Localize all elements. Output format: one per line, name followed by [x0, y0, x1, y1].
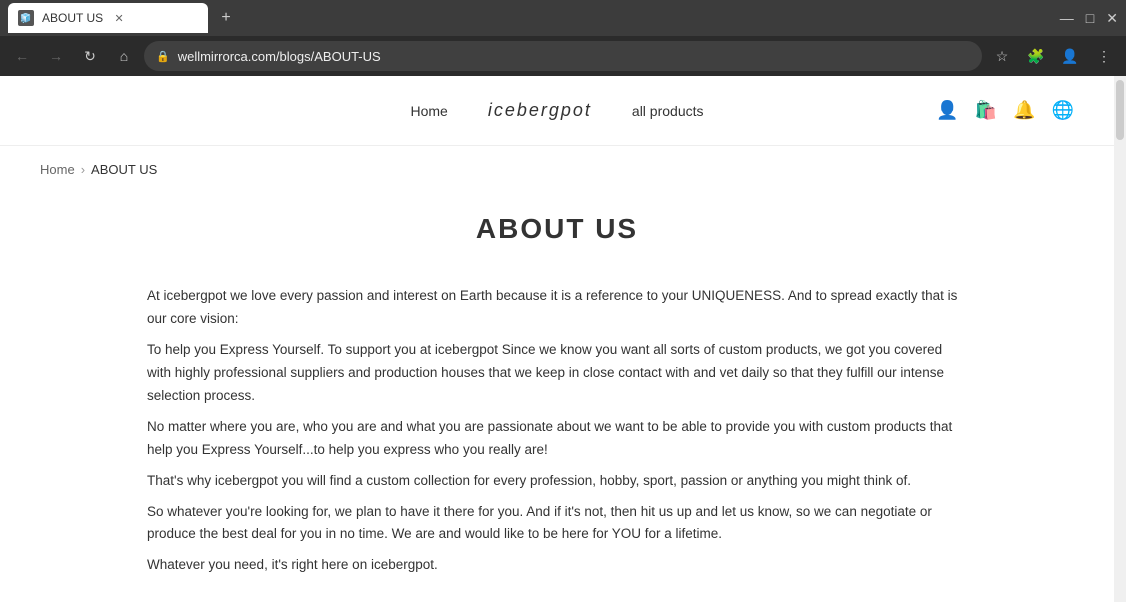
forward-button[interactable]: → [42, 42, 70, 70]
browser-chrome: 🧊 ABOUT US ✕ + — □ ✕ ← → ↻ ⌂ 🔒 wellmirro… [0, 0, 1126, 76]
breadcrumb-home[interactable]: Home [40, 162, 75, 177]
browser-content: Home icebergpot all products 👤 🛍️ 🔔 🌐 Ho… [0, 76, 1114, 602]
browser-toolbar: ← → ↻ ⌂ 🔒 wellmirrorca.com/blogs/ABOUT-U… [0, 36, 1126, 76]
browser-content-wrapper: Home icebergpot all products 👤 🛍️ 🔔 🌐 Ho… [0, 76, 1126, 602]
url-text: wellmirrorca.com/blogs/ABOUT-US [178, 49, 970, 64]
site-logo: icebergpot [488, 100, 592, 121]
nav-products[interactable]: all products [632, 103, 704, 119]
para-2: To help you Express Yourself. To support… [147, 339, 967, 408]
tab-title: ABOUT US [42, 11, 103, 25]
active-tab[interactable]: 🧊 ABOUT US ✕ [8, 3, 208, 33]
site-header: Home icebergpot all products 👤 🛍️ 🔔 🌐 [0, 76, 1114, 146]
account-button[interactable]: 👤 [1056, 42, 1084, 70]
toolbar-actions: ☆ 🧩 👤 ⋮ [988, 42, 1118, 70]
page-title: ABOUT US [147, 213, 967, 245]
page-body: At icebergpot we love every passion and … [147, 285, 967, 577]
breadcrumb-separator: › [81, 162, 85, 177]
para-6: Whatever you need, it's right here on ic… [147, 554, 967, 577]
window-controls: — □ ✕ [1060, 10, 1118, 27]
para-4: That's why icebergpot you will find a cu… [147, 470, 967, 493]
tab-bar: 🧊 ABOUT US ✕ + — □ ✕ [0, 0, 1126, 36]
breadcrumb-current: ABOUT US [91, 162, 157, 177]
breadcrumb: Home › ABOUT US [0, 146, 1114, 193]
menu-button[interactable]: ⋮ [1090, 42, 1118, 70]
scrollbar[interactable] [1114, 76, 1126, 602]
address-bar[interactable]: 🔒 wellmirrorca.com/blogs/ABOUT-US [144, 41, 982, 71]
site-header-icons: 👤 🛍️ 🔔 🌐 [936, 100, 1074, 121]
new-tab-button[interactable]: + [212, 4, 240, 32]
minimize-button[interactable]: — [1060, 10, 1074, 26]
nav-home[interactable]: Home [410, 103, 447, 119]
tab-favicon: 🧊 [18, 10, 34, 26]
tab-close-button[interactable]: ✕ [111, 10, 127, 26]
para-1: At icebergpot we love every passion and … [147, 285, 967, 331]
refresh-button[interactable]: ↻ [76, 42, 104, 70]
extensions-button[interactable]: 🧩 [1022, 42, 1050, 70]
wishlist-icon[interactable]: 🔔 [1013, 100, 1035, 121]
cart-icon[interactable]: 🛍️ [975, 100, 997, 121]
bookmark-button[interactable]: ☆ [988, 42, 1016, 70]
para-3: No matter where you are, who you are and… [147, 416, 967, 462]
close-button[interactable]: ✕ [1106, 10, 1118, 27]
restore-button[interactable]: □ [1086, 10, 1094, 26]
back-button[interactable]: ← [8, 42, 36, 70]
site-nav: Home icebergpot all products [410, 100, 703, 121]
page-content: ABOUT US At icebergpot we love every pas… [107, 193, 1007, 602]
lock-icon: 🔒 [156, 50, 170, 63]
account-icon[interactable]: 👤 [936, 100, 958, 121]
para-5: So whatever you're looking for, we plan … [147, 501, 967, 547]
scrollbar-thumb[interactable] [1116, 80, 1124, 140]
settings-icon[interactable]: 🌐 [1052, 100, 1074, 121]
home-button[interactable]: ⌂ [110, 42, 138, 70]
